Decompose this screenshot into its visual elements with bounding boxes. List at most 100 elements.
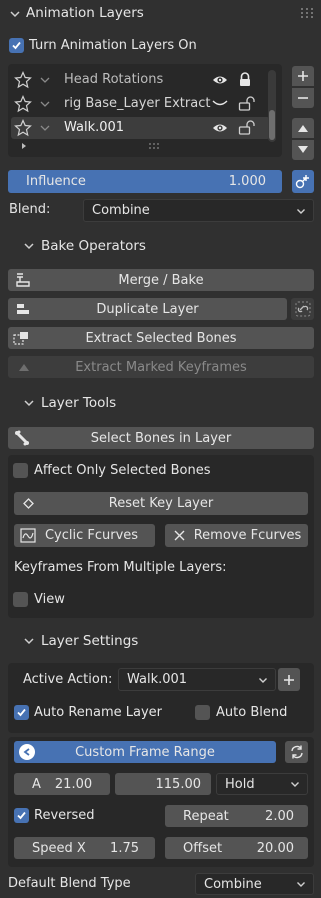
repeat-label: Repeat — [183, 808, 229, 824]
layer-settings-header[interactable]: Layer Settings — [0, 628, 321, 656]
repeat-field[interactable]: Repeat 2.00 — [165, 805, 308, 827]
turn-layers-on-checkbox[interactable]: Turn Animation Layers On — [9, 38, 197, 53]
filter-expand-icon[interactable] — [20, 142, 28, 150]
layer-row[interactable]: rig Base_Layer Extract — [8, 92, 270, 116]
blend-label: Blend: — [9, 202, 51, 217]
chevron-down-icon[interactable] — [40, 76, 50, 84]
keyframe-diamond-icon — [23, 498, 34, 509]
cyclic-fcurves-button[interactable]: Cyclic Fcurves — [14, 524, 155, 547]
layer-tools-box: Affect Only Selected Bones Reset Key Lay… — [8, 455, 314, 618]
influence-keyframe-button[interactable] — [292, 170, 314, 193]
extract-selected-bones-button[interactable]: Extract Selected Bones — [8, 327, 314, 349]
move-layer-down-button[interactable] — [292, 140, 314, 160]
layer-row-active[interactable]: Walk.001 — [11, 117, 270, 139]
active-action-dropdown[interactable]: Walk.001 — [118, 668, 276, 691]
range-start-label: A — [32, 776, 41, 792]
chevron-down-icon[interactable] — [40, 124, 50, 132]
triangle-up-icon — [19, 364, 29, 371]
active-action-value: Walk.001 — [127, 672, 188, 687]
refresh-icon — [290, 745, 303, 759]
view-label: View — [34, 592, 65, 607]
cyclic-fcurves-label: Cyclic Fcurves — [44, 528, 139, 543]
chevron-down-icon — [259, 677, 267, 683]
refresh-range-button[interactable] — [285, 741, 308, 763]
unlock-icon[interactable] — [238, 96, 256, 111]
panel-header[interactable]: Animation Layers — [0, 0, 321, 28]
remove-fcurves-label: Remove Fcurves — [193, 528, 302, 543]
checkmark-icon — [14, 705, 29, 720]
drag-handle-icon[interactable] — [300, 7, 314, 19]
custom-frame-range-toggle[interactable]: Custom Frame Range — [14, 741, 276, 763]
scrollbar-thumb[interactable] — [269, 110, 275, 140]
fcurve-icon — [20, 528, 36, 543]
star-icon — [14, 71, 32, 89]
auto-rename-layer-checkbox[interactable]: Auto Rename Layer — [14, 705, 162, 720]
turn-layers-on-label: Turn Animation Layers On — [29, 38, 197, 53]
extract-bones-icon — [13, 332, 28, 345]
duplicate-layer-button[interactable]: Duplicate Layer — [8, 298, 287, 320]
layer-list[interactable]: Head Rotations rig Base_Layer Extract Wa… — [8, 64, 282, 157]
chevron-down-icon — [24, 243, 34, 250]
layer-name[interactable]: Walk.001 — [64, 120, 124, 135]
layer-row[interactable]: Head Rotations — [8, 68, 270, 92]
range-start-field[interactable]: A 21.00 — [14, 773, 110, 795]
duplicate-layer-icon — [17, 304, 29, 314]
link-icon — [295, 301, 310, 317]
active-action-label: Active Action: — [23, 672, 113, 687]
list-scrollbar[interactable] — [268, 70, 276, 142]
extrapolation-dropdown[interactable]: Hold — [216, 773, 308, 795]
chevron-down-icon — [291, 782, 299, 787]
chevron-down-icon — [24, 400, 34, 407]
range-end-field[interactable]: 115.00 — [115, 773, 211, 795]
influence-value: 1.000 — [228, 174, 266, 189]
checkbox-box — [195, 705, 210, 720]
triangle-up-icon — [298, 125, 308, 132]
offset-field[interactable]: Offset 20.00 — [165, 837, 308, 859]
move-layer-up-button[interactable] — [292, 118, 314, 138]
layer-settings-box: Active Action: Walk.001 Auto Rename Laye… — [8, 663, 314, 733]
frame-range-box: Custom Frame Range A 21.00 115.00 Hold R… — [8, 737, 314, 867]
influence-slider[interactable]: Influence 1.000 — [8, 170, 282, 193]
unlock-icon[interactable] — [238, 120, 256, 135]
plus-icon — [284, 674, 294, 685]
bake-operators-header[interactable]: Bake Operators — [0, 232, 321, 260]
triangle-down-icon — [298, 146, 308, 153]
bone-constraint-icon — [295, 174, 309, 188]
reversed-label: Reversed — [34, 808, 95, 823]
layer-name[interactable]: rig Base_Layer Extract — [64, 96, 210, 111]
range-end-value: 115.00 — [155, 776, 202, 792]
lock-icon[interactable] — [238, 72, 252, 87]
default-blend-type-label: Default Blend Type — [8, 876, 131, 891]
affect-only-selected-checkbox[interactable]: Affect Only Selected Bones — [13, 463, 211, 478]
speed-label: Speed X — [32, 840, 86, 856]
eye-icon[interactable] — [212, 74, 228, 86]
layer-tools-header[interactable]: Layer Tools — [0, 390, 321, 418]
layer-name[interactable]: Head Rotations — [64, 72, 163, 87]
add-layer-button[interactable] — [292, 66, 314, 86]
auto-blend-label: Auto Blend — [216, 705, 288, 720]
remove-fcurves-button[interactable]: Remove Fcurves — [165, 524, 308, 547]
affect-only-selected-label: Affect Only Selected Bones — [34, 463, 211, 478]
new-action-button[interactable] — [278, 668, 300, 691]
duplicate-linked-button[interactable] — [291, 298, 314, 320]
reset-key-layer-button[interactable]: Reset Key Layer — [14, 492, 308, 515]
eye-closed-icon[interactable] — [212, 100, 228, 108]
reversed-checkbox[interactable]: Reversed — [14, 808, 95, 823]
merge-bake-button[interactable]: Merge / Bake — [8, 269, 314, 291]
select-bones-button[interactable]: Select Bones in Layer — [8, 427, 314, 449]
extrapolation-value: Hold — [225, 776, 255, 792]
eye-icon[interactable] — [212, 122, 228, 134]
repeat-value: 2.00 — [265, 808, 294, 824]
view-checkbox[interactable]: View — [13, 592, 65, 607]
close-icon — [174, 530, 185, 541]
blend-dropdown[interactable]: Combine — [83, 199, 314, 222]
auto-blend-checkbox[interactable]: Auto Blend — [195, 705, 287, 720]
chevron-down-icon[interactable] — [40, 100, 50, 108]
star-icon — [14, 95, 32, 113]
speed-field[interactable]: Speed X 1.75 — [14, 837, 155, 859]
bone-icon — [15, 430, 29, 446]
range-arrow-icon — [19, 744, 35, 760]
default-blend-type-dropdown[interactable]: Combine — [195, 873, 314, 895]
list-resize-grip-icon[interactable] — [148, 142, 162, 150]
remove-layer-button[interactable] — [292, 88, 314, 108]
